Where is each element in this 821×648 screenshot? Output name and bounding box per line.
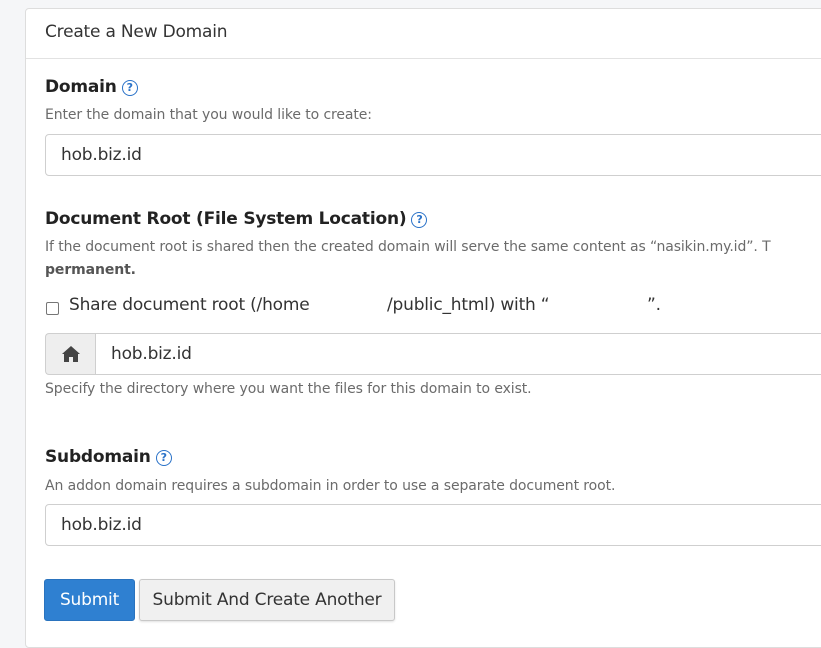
- domain-label-text: Domain: [45, 77, 117, 97]
- submit-button[interactable]: Submit: [44, 579, 135, 621]
- share-document-root-label-middle: /public_html) with “: [387, 295, 550, 315]
- panel-heading: Create a New Domain: [26, 9, 821, 59]
- subdomain-help-text: An addon domain requires a subdomain in …: [45, 478, 616, 494]
- document-root-label: Document Root (File System Location)?: [45, 209, 428, 229]
- subdomain-label: Subdomain?: [45, 447, 172, 467]
- home-icon: [62, 346, 80, 362]
- document-root-description: If the document root is shared then the …: [45, 239, 771, 255]
- domain-label: Domain?: [45, 77, 138, 97]
- domain-input[interactable]: hob.biz.id: [45, 134, 821, 176]
- share-document-root-label-suffix: ”.: [647, 295, 661, 315]
- question-circle-icon[interactable]: ?: [155, 450, 172, 466]
- document-root-input[interactable]: hob.biz.id: [95, 333, 821, 375]
- document-root-label-text: Document Root (File System Location): [45, 209, 407, 229]
- create-domain-panel: Create a New Domain: [25, 8, 821, 648]
- subdomain-label-text: Subdomain: [45, 447, 151, 467]
- home-addon: [45, 333, 95, 375]
- question-circle-icon[interactable]: ?: [411, 212, 428, 228]
- document-root-help-text: Specify the directory where you want the…: [45, 381, 532, 397]
- share-document-root-label-prefix: Share document root (/home: [69, 295, 310, 315]
- panel-title: Create a New Domain: [45, 22, 228, 42]
- document-root-description-bold: permanent.: [45, 262, 136, 278]
- submit-and-create-another-button[interactable]: Submit And Create Another: [139, 579, 395, 621]
- domain-help-text: Enter the domain that you would like to …: [45, 107, 372, 123]
- share-document-root-checkbox[interactable]: [46, 302, 59, 315]
- subdomain-input[interactable]: hob.biz.id: [45, 504, 821, 546]
- question-circle-icon[interactable]: ?: [121, 80, 138, 96]
